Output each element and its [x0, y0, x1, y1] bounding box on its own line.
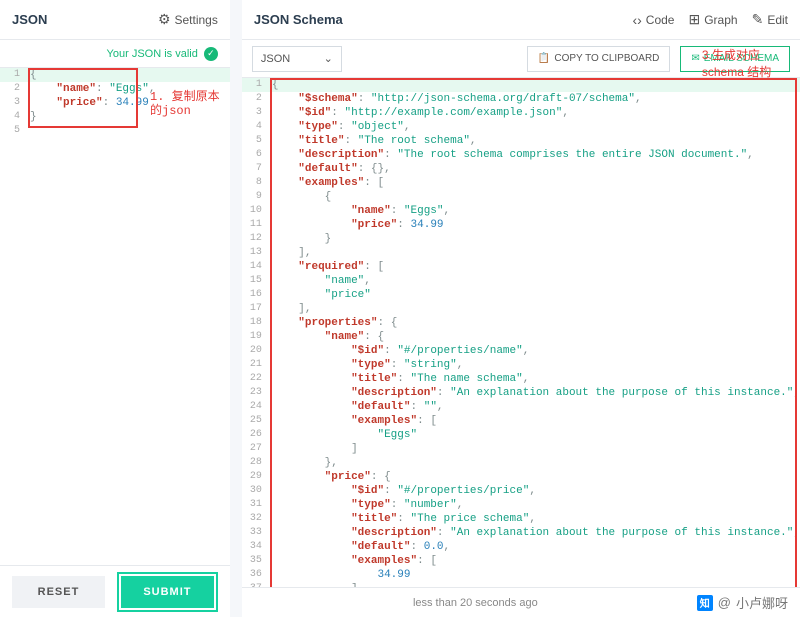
check-icon: ✓	[204, 47, 218, 61]
code-icon: ‹›	[632, 12, 641, 28]
code-line: 3 "$id": "http://example.com/example.jso…	[242, 106, 800, 120]
code-line: 35 "examples": [	[242, 554, 800, 568]
schema-toolbar: JSON ⌄ 3.生成对应 schema 结构 📋 COPY TO CLIPBO…	[242, 40, 800, 78]
code-line: 18 "properties": {	[242, 316, 800, 330]
code-line: 23 "description": "An explanation about …	[242, 386, 800, 400]
code-line: 11 "price": 34.99	[242, 218, 800, 232]
bottom-bar: RESET SUBMIT	[0, 565, 230, 617]
code-line: 12 }	[242, 232, 800, 246]
code-line: 16 "price"	[242, 288, 800, 302]
code-line: 13 ],	[242, 246, 800, 260]
schema-title: JSON Schema	[254, 12, 343, 27]
reset-button[interactable]: RESET	[12, 576, 105, 608]
settings-label: Settings	[175, 13, 218, 27]
header-actions: ‹›Code ⊞Graph ✎Edit	[632, 11, 788, 28]
format-dropdown[interactable]: JSON ⌄	[252, 46, 342, 72]
code-line: 37 ]	[242, 582, 800, 587]
code-line: 2 "$schema": "http://json-schema.org/dra…	[242, 92, 800, 106]
code-line: 9 {	[242, 190, 800, 204]
code-line: 19 "name": {	[242, 330, 800, 344]
code-line: 21 "type": "string",	[242, 358, 800, 372]
code-line: 6 "description": "The root schema compri…	[242, 148, 800, 162]
submit-button[interactable]: SUBMIT	[121, 576, 214, 608]
code-line: 34 "default": 0.0,	[242, 540, 800, 554]
code-line: 2 "name": "Eggs",	[0, 82, 230, 96]
code-line: 36 34.99	[242, 568, 800, 582]
timestamp: less than 20 seconds ago	[413, 597, 538, 609]
code-tab[interactable]: ‹›Code	[632, 12, 674, 28]
validation-bar: Your JSON is valid ✓	[0, 40, 230, 68]
code-line: 24 "default": "",	[242, 400, 800, 414]
code-line: 22 "title": "The name schema",	[242, 372, 800, 386]
code-line: 8 "examples": [	[242, 176, 800, 190]
copy-button[interactable]: 📋 COPY TO CLIPBOARD	[527, 46, 671, 72]
code-line: 1{	[0, 68, 230, 82]
json-title: JSON	[12, 12, 47, 27]
code-line: 30 "$id": "#/properties/price",	[242, 484, 800, 498]
code-line: 27 ]	[242, 442, 800, 456]
valid-text: Your JSON is valid	[107, 48, 198, 60]
schema-editor[interactable]: 1{2 "$schema": "http://json-schema.org/d…	[242, 78, 800, 587]
code-line: 5	[0, 124, 230, 138]
code-line: 32 "title": "The price schema",	[242, 512, 800, 526]
code-line: 26 "Eggs"	[242, 428, 800, 442]
code-line: 15 "name",	[242, 274, 800, 288]
submit-highlight: SUBMIT	[117, 572, 218, 612]
code-line: 29 "price": {	[242, 470, 800, 484]
graph-tab[interactable]: ⊞Graph	[688, 11, 737, 28]
code-line: 31 "type": "number",	[242, 498, 800, 512]
code-line: 20 "$id": "#/properties/name",	[242, 344, 800, 358]
code-line: 14 "required": [	[242, 260, 800, 274]
edit-tab[interactable]: ✎Edit	[752, 11, 788, 28]
right-panel: JSON Schema ‹›Code ⊞Graph ✎Edit JSON ⌄ 3…	[242, 0, 800, 617]
settings-button[interactable]: ⚙ Settings	[158, 11, 218, 28]
code-line: 17 ],	[242, 302, 800, 316]
code-line: 1{	[242, 78, 800, 92]
json-header: JSON ⚙ Settings	[0, 0, 230, 40]
code-line: 4 "type": "object",	[242, 120, 800, 134]
code-line: 3 "price": 34.99	[0, 96, 230, 110]
zhihu-icon: 知	[697, 595, 713, 611]
left-panel: JSON ⚙ Settings Your JSON is valid ✓ 1. …	[0, 0, 230, 617]
watermark: 知 @小卢娜呀	[697, 593, 788, 612]
code-line: 33 "description": "An explanation about …	[242, 526, 800, 540]
graph-icon: ⊞	[688, 11, 700, 28]
schema-footer: less than 20 seconds ago 知 @小卢娜呀	[242, 587, 800, 617]
email-button[interactable]: ✉ EMAIL SCHEMA	[680, 46, 790, 72]
code-line: 7 "default": {},	[242, 162, 800, 176]
dropdown-value: JSON	[261, 53, 290, 65]
json-editor[interactable]: 1. 复制原本的json 1{2 "name": "Eggs",3 "price…	[0, 68, 230, 548]
schema-header: JSON Schema ‹›Code ⊞Graph ✎Edit	[242, 0, 800, 40]
code-line: 10 "name": "Eggs",	[242, 204, 800, 218]
chevron-down-icon: ⌄	[324, 52, 333, 65]
code-line: 25 "examples": [	[242, 414, 800, 428]
gear-icon: ⚙	[158, 11, 171, 28]
edit-icon: ✎	[752, 11, 764, 28]
code-line: 4}	[0, 110, 230, 124]
code-line: 28 },	[242, 456, 800, 470]
code-line: 5 "title": "The root schema",	[242, 134, 800, 148]
